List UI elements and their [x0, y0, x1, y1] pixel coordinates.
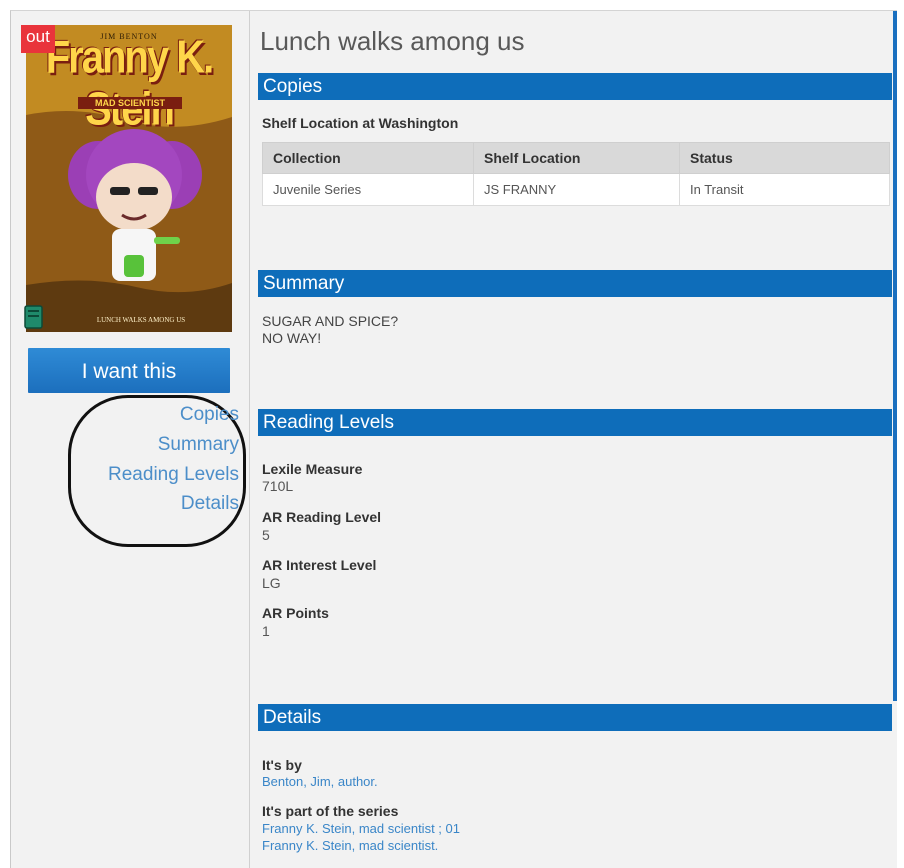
series-label: It's part of the series: [262, 803, 399, 819]
page-title: Lunch walks among us: [260, 26, 525, 56]
cover-bottom-title: LUNCH WALKS AMONG US: [96, 316, 186, 324]
vertical-scrollbar[interactable]: [893, 11, 897, 701]
table-row: Juvenile Series JS FRANNY In Transit: [262, 173, 890, 206]
book-format-icon: [24, 305, 43, 329]
cell-collection: Juvenile Series: [262, 173, 474, 206]
section-header-details: Details: [258, 704, 892, 731]
copies-table: Collection Shelf Location Status Juvenil…: [262, 142, 890, 206]
cell-shelf-location: JS FRANNY: [473, 173, 680, 206]
nav-link-reading-levels[interactable]: Reading Levels: [108, 464, 239, 486]
column-divider: [249, 11, 250, 868]
page-frame: JIM BENTON Franny K. Stein MAD SCIENTIST…: [10, 10, 897, 868]
main-content: Lunch walks among us Copies Shelf Locati…: [258, 11, 892, 868]
left-panel: JIM BENTON Franny K. Stein MAD SCIENTIST…: [11, 11, 249, 868]
ar-interest-level-label: AR Interest Level: [262, 557, 377, 573]
i-want-this-button[interactable]: I want this: [28, 348, 230, 393]
column-header-collection: Collection: [262, 142, 474, 174]
summary-line: SUGAR AND SPICE?: [262, 313, 399, 329]
cell-status: In Transit: [679, 173, 890, 206]
nav-link-details[interactable]: Details: [181, 493, 239, 515]
cover-title: Franny K. Stein: [45, 32, 214, 135]
series-link[interactable]: Franny K. Stein, mad scientist ; 01: [262, 821, 460, 836]
series-link[interactable]: Franny K. Stein, mad scientist.: [262, 838, 438, 853]
ar-points-value: 1: [262, 623, 270, 639]
ar-reading-level-value: 5: [262, 527, 270, 543]
nav-link-copies[interactable]: Copies: [180, 404, 239, 426]
availability-badge: out: [21, 25, 55, 53]
section-header-copies: Copies: [258, 73, 892, 100]
summary-text: SUGAR AND SPICE? NO WAY!: [262, 313, 398, 347]
section-header-summary: Summary: [258, 270, 892, 297]
author-link[interactable]: Benton, Jim, author.: [262, 774, 378, 789]
lexile-measure-label: Lexile Measure: [262, 461, 363, 477]
ar-points-label: AR Points: [262, 605, 329, 621]
book-cover[interactable]: JIM BENTON Franny K. Stein MAD SCIENTIST…: [26, 25, 232, 332]
nav-link-summary[interactable]: Summary: [158, 434, 239, 456]
summary-line: NO WAY!: [262, 330, 322, 346]
section-header-reading-levels: Reading Levels: [258, 409, 892, 436]
column-header-shelf-location: Shelf Location: [473, 142, 680, 174]
cover-subtitle: MAD SCIENTIST: [78, 97, 182, 109]
author-label: It's by: [262, 757, 302, 773]
lexile-measure-value: 710L: [262, 478, 294, 494]
shelf-location-label: Shelf Location at Washington: [262, 115, 459, 131]
ar-interest-level-value: LG: [262, 575, 281, 591]
ar-reading-level-label: AR Reading Level: [262, 509, 382, 525]
column-header-status: Status: [679, 142, 890, 174]
